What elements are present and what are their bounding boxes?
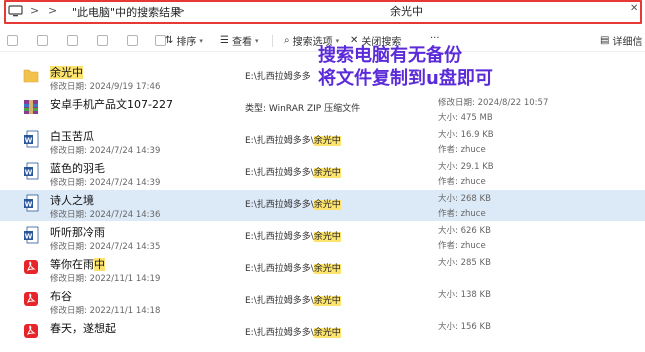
file-location: E:\扎西拉姆多多\余光中 (245, 232, 341, 242)
view-icon: ☰ (220, 35, 229, 46)
list-item[interactable]: W 听听那冷雨修改日期: 2024/7/24 14:35 E:\扎西拉姆多多\余光中… (0, 222, 645, 253)
file-location: E:\扎西拉姆多多\余光中 (245, 200, 341, 210)
file-author: 作者: zhuce (438, 241, 486, 251)
chevron-down-icon: ▾ (254, 36, 259, 45)
svg-text:W: W (25, 168, 33, 176)
computer-icon (8, 5, 23, 17)
svg-text:W: W (25, 200, 33, 208)
file-size: 大小: 626 KB (438, 226, 491, 236)
search-match-highlight: 余光中 (313, 264, 341, 274)
search-match-highlight: 余光中 (313, 200, 341, 210)
modified-date: 修改日期: 2022/11/1 14:19 (50, 274, 161, 284)
file-name: 蓝色的羽毛 (50, 162, 105, 175)
file-size: 大小: 156 KB (438, 322, 491, 332)
svg-text:W: W (25, 232, 33, 240)
file-location: E:\扎西拉姆多多\余光中 (245, 328, 341, 338)
annotation-line-1: 搜索电脑有无备份 (318, 45, 462, 66)
word-doc-icon: W (23, 194, 39, 212)
view-button[interactable]: ☰ 查看 ▾ (220, 33, 258, 48)
list-item[interactable]: W 诗人之境修改日期: 2024/7/24 14:36 E:\扎西拉姆多多\余光中 大… (0, 190, 645, 221)
file-size: 大小: 138 KB (438, 290, 491, 300)
word-doc-icon: W (23, 130, 39, 148)
modified-date: 修改日期: 2022/11/1 14:18 (50, 306, 161, 316)
close-icon[interactable]: ✕ (630, 3, 642, 17)
file-location: E:\扎西拉姆多多 (245, 72, 311, 82)
file-name: 余光中 (50, 64, 83, 80)
file-size: 大小: 29.1 KB (438, 162, 494, 172)
file-author: 作者: zhuce (438, 177, 486, 187)
toolbar-divider (272, 35, 273, 47)
file-size: 大小: 268 KB (438, 194, 491, 204)
annotation-overlay: 搜索电脑有无备份 将文件复制到u盘即可 (318, 44, 493, 90)
cut-icon[interactable] (37, 35, 48, 46)
file-location: E:\扎西拉姆多多\余光中 (245, 136, 341, 146)
sort-icon: ⇅ (165, 35, 174, 46)
file-author: 大小: 475 MB (438, 113, 493, 123)
details-pane-button[interactable]: ▤ 详细信 (600, 33, 642, 48)
pdf-icon (23, 258, 39, 276)
svg-text:W: W (25, 136, 33, 144)
zip-archive-icon (23, 98, 39, 116)
modified-date: 修改日期: 2024/7/24 14:39 (50, 178, 161, 188)
file-location: E:\扎西拉姆多多\余光中 (245, 296, 341, 306)
file-name: 布谷 (50, 290, 72, 303)
search-match-highlight: 余光中 (50, 66, 83, 79)
copy-icon[interactable] (67, 35, 78, 46)
new-item-icon[interactable] (7, 35, 18, 46)
file-size: 大小: 285 KB (438, 258, 491, 268)
rename-icon[interactable] (127, 35, 138, 46)
search-match-highlight: 余光中 (313, 168, 341, 178)
annotation-line-2: 将文件复制到u盘即可 (318, 68, 493, 89)
word-doc-icon: W (23, 162, 39, 180)
file-size: 大小: 16.9 KB (438, 130, 494, 140)
file-author: 作者: zhuce (438, 145, 486, 155)
chevron-right-icon[interactable]: > (48, 4, 57, 17)
chevron-right-icon[interactable]: > (176, 4, 185, 17)
list-item[interactable]: 布谷修改日期: 2022/11/1 14:18 E:\扎西拉姆多多\余光中 大小: … (0, 286, 645, 317)
file-location: E:\扎西拉姆多多\余光中 (245, 168, 341, 178)
chevron-right-icon[interactable]: > (30, 4, 39, 17)
list-item[interactable]: 等你在雨中修改日期: 2022/11/1 14:19 E:\扎西拉姆多多\余光中 大… (0, 254, 645, 285)
search-match-highlight: 余光中 (313, 232, 341, 242)
more-button[interactable]: ··· (430, 33, 440, 44)
search-match-highlight: 余光中 (313, 328, 341, 338)
file-name: 白玉苦瓜 (50, 130, 94, 143)
pdf-icon (23, 322, 39, 340)
file-author: 作者: zhuce (438, 209, 486, 219)
sort-label: 排序 (176, 37, 197, 48)
list-item[interactable]: 安卓手机产品文107-227 类型: WinRAR ZIP 压缩文件 修改日期: 2… (0, 94, 645, 125)
file-name: 等你在雨中 (50, 258, 105, 271)
list-item[interactable]: W 白玉苦瓜修改日期: 2024/7/24 14:39 E:\扎西拉姆多多\余光中 大… (0, 126, 645, 157)
modified-date: 修改日期: 2024/7/24 14:36 (50, 210, 161, 220)
file-location: E:\扎西拉姆多多\余光中 (245, 264, 341, 274)
paste-icon[interactable] (97, 35, 108, 46)
list-item[interactable]: 春天，遂想起 E:\扎西拉姆多多\余光中 大小: 156 KB (0, 318, 645, 349)
breadcrumb[interactable]: "此电脑"中的搜索结果 (72, 4, 181, 20)
modified-date: 修改日期: 2024/7/24 14:35 (50, 242, 161, 252)
file-name: 安卓手机产品文107-227 (50, 98, 173, 111)
modified-date: 修改日期: 2024/7/24 14:39 (50, 146, 161, 156)
search-input[interactable]: 余光中 (185, 2, 628, 21)
details-pane-icon: ▤ (600, 35, 610, 46)
search-match-highlight: 余光中 (313, 296, 341, 306)
chevron-down-icon: ▾ (199, 36, 203, 45)
sort-button[interactable]: ⇅ 排序 ▾ (165, 33, 203, 48)
folder-icon (23, 66, 39, 84)
file-location: 类型: WinRAR ZIP 压缩文件 (245, 104, 361, 114)
search-icon: ⌕ (284, 35, 290, 46)
file-name: 春天，遂想起 (50, 322, 116, 335)
details-label: 详细信 (612, 37, 643, 48)
search-match-highlight: 中 (94, 258, 105, 271)
address-bar: > > "此电脑"中的搜索结果 > 余光中 ✕ (0, 0, 645, 30)
search-match-highlight: 余光中 (313, 136, 341, 146)
file-name: 诗人之境 (50, 194, 94, 207)
file-size: 修改日期: 2024/8/22 10:57 (438, 98, 549, 108)
list-item[interactable]: W 蓝色的羽毛修改日期: 2024/7/24 14:39 E:\扎西拉姆多多\余光中… (0, 158, 645, 189)
pdf-icon (23, 290, 39, 308)
word-doc-icon: W (23, 226, 39, 244)
file-name: 听听那冷雨 (50, 226, 105, 239)
modified-date: 修改日期: 2024/9/19 17:46 (50, 82, 161, 92)
view-label: 查看 (231, 37, 252, 48)
